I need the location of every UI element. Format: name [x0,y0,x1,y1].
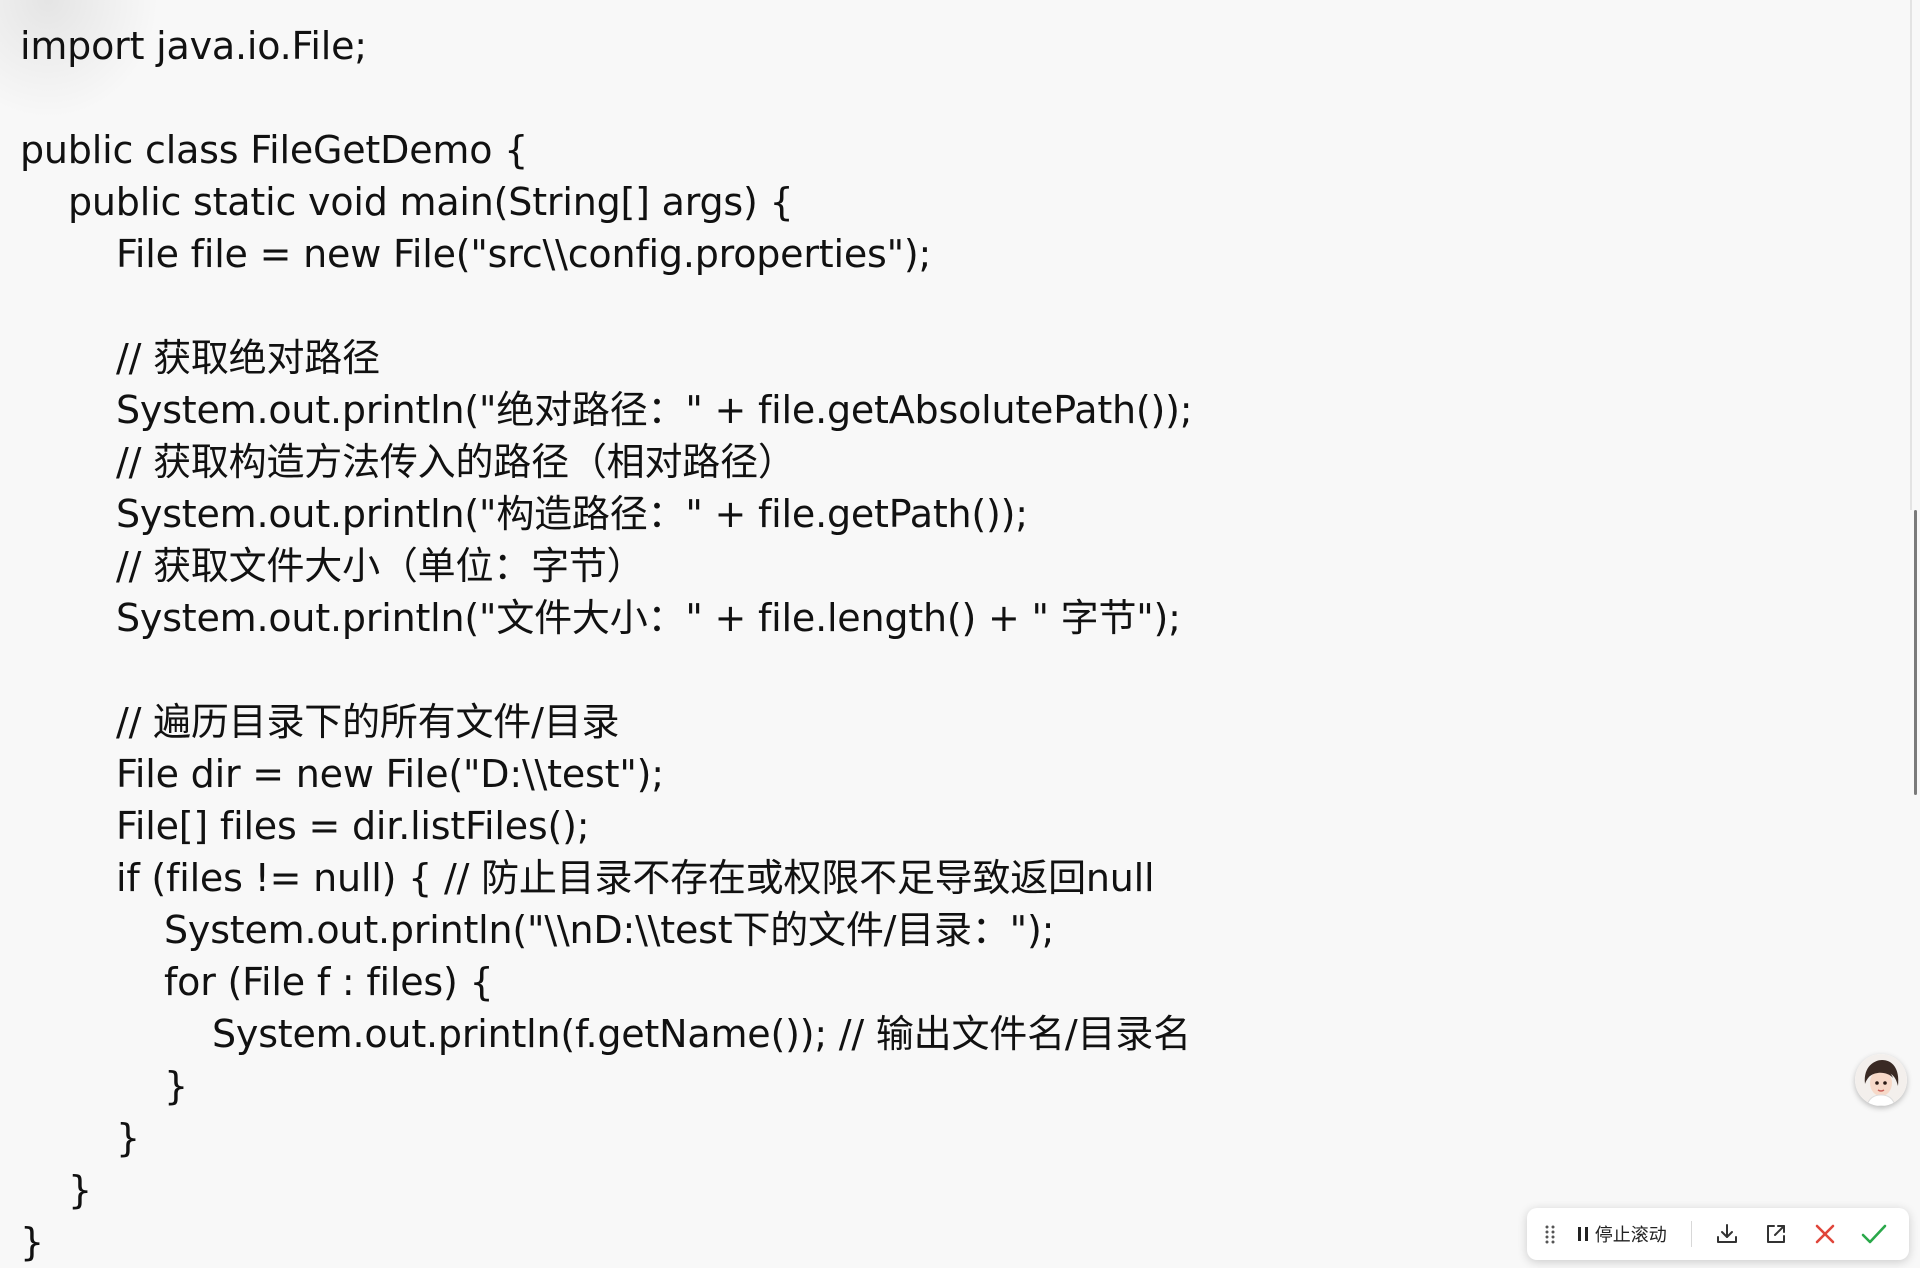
code-line: System.out.println("绝对路径：" + file.getAbs… [116,388,1193,432]
code-line: System.out.println("构造路径：" + file.getPat… [116,492,1028,536]
stop-scroll-label: 停止滚动 [1594,1225,1667,1246]
code-line: public class FileGetDemo { [20,128,529,172]
confirm-check-icon[interactable] [1850,1208,1899,1260]
scrollbar-track [1910,0,1912,510]
code-line: File file = new File("src\\config.proper… [116,232,932,276]
code-line: } [164,1064,188,1108]
close-icon[interactable] [1800,1208,1849,1260]
toolbar-divider [1690,1221,1692,1247]
download-icon[interactable] [1702,1208,1751,1260]
code-line: File dir = new File("D:\\test"); [116,752,664,796]
code-view: import java.io.File; public class FileGet… [20,20,1880,1268]
code-line: System.out.println("\\nD:\\test下的文件/目录："… [164,908,1055,952]
code-line: for (File f : files) { [164,960,494,1004]
code-line: // 获取绝对路径 [116,336,380,380]
stop-scroll-button[interactable]: 停止滚动 [1563,1208,1681,1260]
code-line: File[] files = dir.listFiles(); [116,804,590,848]
code-line: System.out.println("文件大小：" + file.length… [116,596,1181,640]
scrollbar-thumb[interactable] [1914,510,1917,795]
code-line: import java.io.File; [20,24,367,68]
capture-toolbar: 停止滚动 [1527,1208,1909,1260]
code-line: } [68,1168,92,1212]
code-line: // 获取构造方法传入的路径（相对路径） [116,440,796,484]
code-line: public static void main(String[] args) { [68,180,794,224]
code-line: // 遍历目录下的所有文件/目录 [116,700,620,744]
assistant-avatar-icon[interactable] [1855,1054,1907,1106]
code-line: if (files != null) { // 防止目录不存在或权限不足导致返回… [116,856,1155,900]
code-line: } [116,1116,140,1160]
code-line: // 获取文件大小（单位：字节） [116,544,645,588]
pause-icon [1577,1226,1589,1242]
open-external-icon[interactable] [1751,1208,1800,1260]
code-line: System.out.println(f.getName()); // 输出文件… [212,1012,1191,1056]
code-line: } [20,1220,44,1264]
drag-grip-icon[interactable] [1537,1208,1563,1260]
